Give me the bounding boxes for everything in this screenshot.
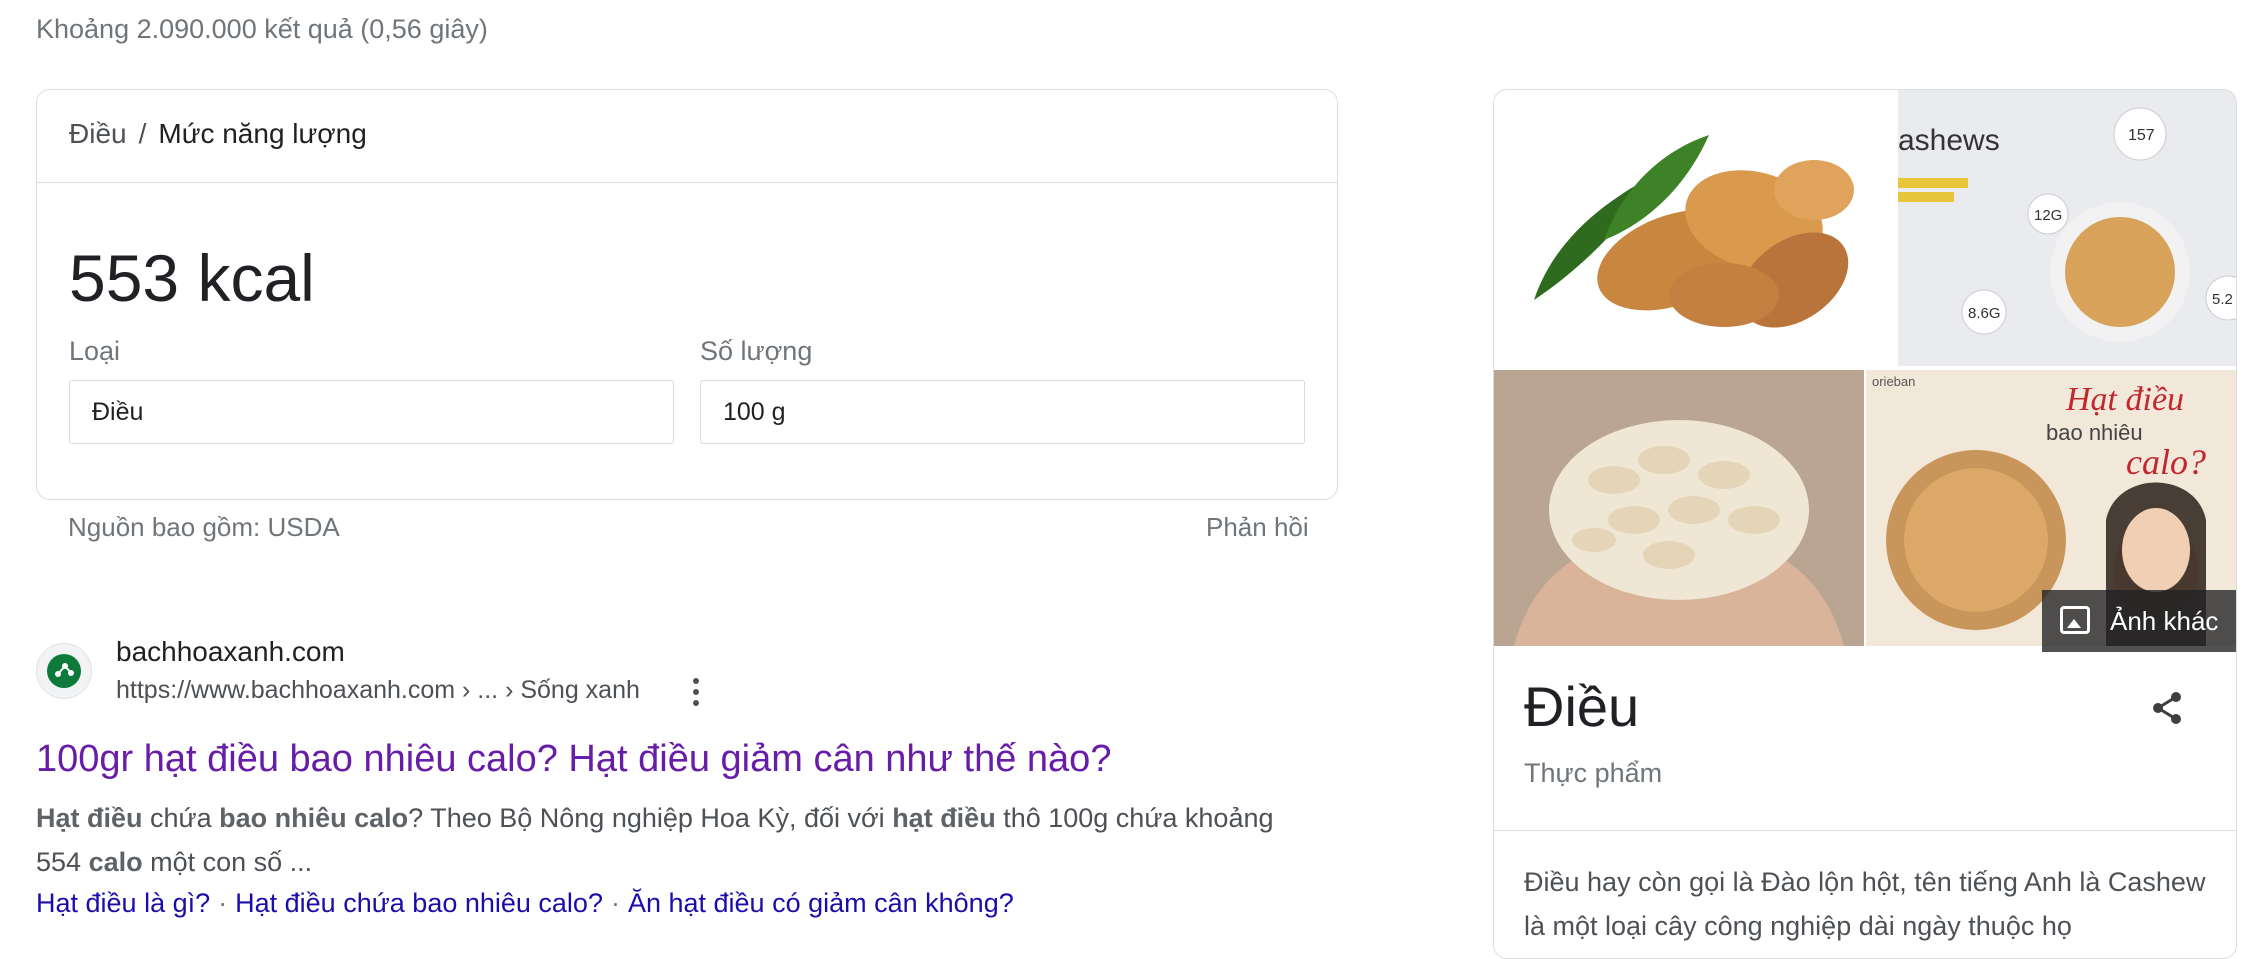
tile4-brand: orieban (1872, 374, 1915, 389)
sitelink-separator: · (218, 888, 228, 918)
quantity-label: Số lượng (700, 336, 813, 366)
image-icon (2060, 606, 2090, 634)
calorie-card: Điều / Mức năng lượng 553 kcal Loại Điều S… (36, 89, 1338, 500)
snippet-bold-text: bao nhiêu calo (219, 803, 409, 833)
tile2-heading: ashews (1898, 124, 2000, 157)
result-snippet: Hạt điều chứa bao nhiêu calo? Theo Bộ Nô… (36, 796, 1296, 884)
sitelink-2[interactable]: Hạt điều chứa bao nhiêu calo? (235, 888, 603, 918)
more-images-button[interactable]: Ảnh khác (2042, 590, 2236, 652)
kp-subtitle: Thực phẩm (1524, 758, 1663, 788)
knowledge-panel: ashews 157 12G 8.6G 5.2 orieban Hạt điều… (1493, 89, 2237, 959)
more-images-label: Ảnh khác (2110, 606, 2219, 636)
quantity-select[interactable]: 100 g (700, 380, 1305, 444)
type-label: Loại (69, 336, 121, 366)
result-stats: Khoảng 2.090.000 kết quả (0,56 giây) (36, 14, 488, 44)
tile2-fat: 12G (2034, 207, 2062, 224)
snippet-text: chứa (142, 803, 220, 833)
site-url[interactable]: https://www.bachhoaxanh.com › ... › Sống… (116, 676, 640, 705)
snippet-text: một con số ... (142, 847, 313, 877)
site-favicon[interactable] (36, 643, 92, 699)
snippet-bold-text: calo (88, 847, 143, 877)
favicon-logo-icon (47, 654, 81, 688)
snippet-text: ? Theo Bộ Nông nghiệp Hoa Kỳ, đối với (408, 803, 893, 833)
kp-title: Điều (1524, 675, 1640, 738)
sitelinks: Hạt điều là gì? · Hạt điều chứa bao nhiêu … (36, 888, 1014, 919)
sitelink-3[interactable]: Ăn hạt điều có giảm cân không? (628, 888, 1014, 918)
snippet-bold-text: hạt điều (892, 803, 996, 833)
tile2-calories: 157 (2128, 127, 2155, 144)
tile2-carbs: 8.6G (1968, 305, 2001, 322)
type-select[interactable]: Điều (69, 380, 674, 444)
breadcrumb: Điều / Mức năng lượng (69, 118, 367, 150)
kp-divider (1494, 830, 2236, 831)
feedback-link[interactable]: Phản hồi (1206, 512, 1309, 543)
sitelink-1[interactable]: Hạt điều là gì? (36, 888, 210, 918)
tile4-line1: Hạt điều (2065, 381, 2184, 418)
snippet-bold-text: Hạt điều (36, 803, 143, 833)
calorie-value: 553 kcal (69, 241, 315, 315)
more-options-icon[interactable] (684, 676, 708, 708)
site-name[interactable]: bachhoaxanh.com (116, 636, 345, 668)
image-cashew-infographic[interactable]: ashews 157 12G 8.6G 5.2 (1898, 90, 2236, 366)
tile2-protein: 5.2 (2212, 291, 2233, 308)
source-note: Nguồn bao gồm: USDA (68, 512, 340, 542)
breadcrumb-item-food[interactable]: Điều (69, 118, 127, 149)
share-icon[interactable] (2148, 688, 2188, 728)
kp-description: Điều hay còn gọi là Đào lộn hột, tên tiế… (1524, 867, 2206, 941)
image-cashew-hands[interactable] (1494, 370, 1864, 646)
image-cashew-leaf[interactable] (1494, 90, 1896, 366)
breadcrumb-item-energy: Mức năng lượng (158, 118, 367, 149)
card-divider (37, 182, 1337, 183)
breadcrumb-separator: / (138, 118, 147, 149)
result-title-link[interactable]: 100gr hạt điều bao nhiêu calo? Hạt điều … (36, 738, 1111, 781)
sitelink-separator: · (610, 888, 620, 918)
tile4-line3: calo? (2126, 442, 2206, 482)
